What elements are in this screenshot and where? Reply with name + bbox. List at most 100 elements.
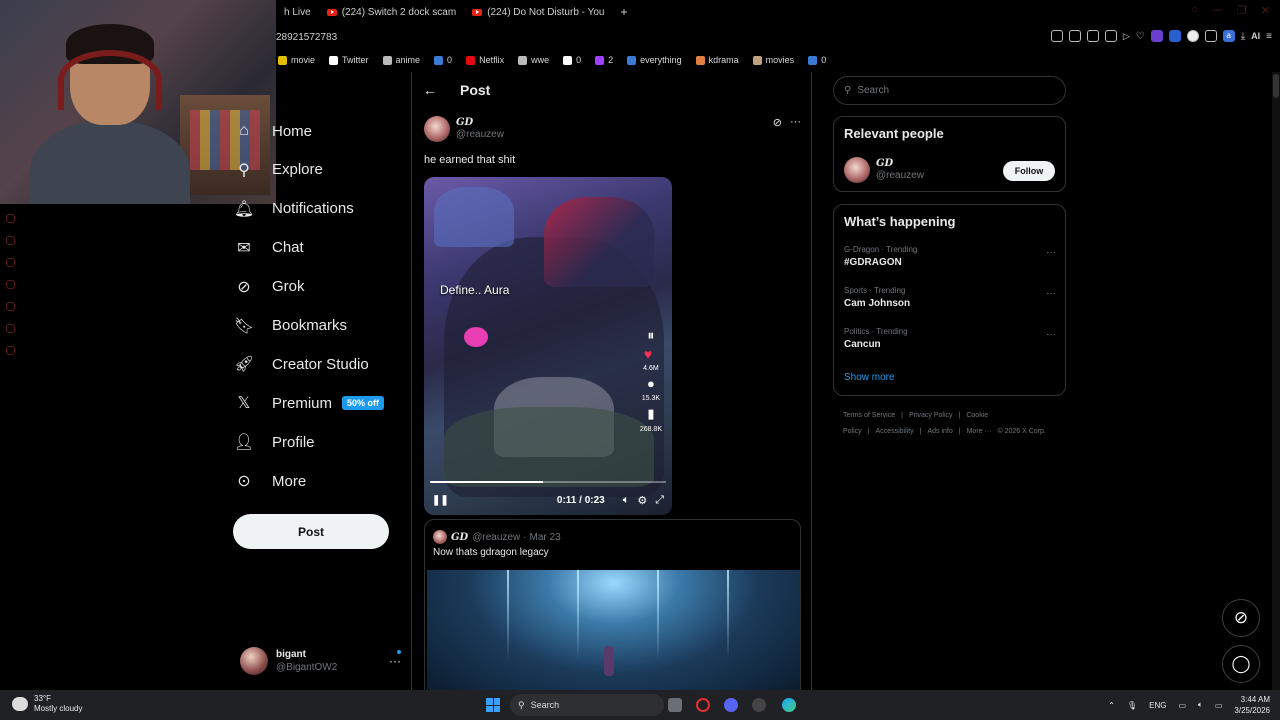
volume-icon[interactable]: 🔈︎ <box>623 494 630 507</box>
bookmark-item[interactable]: movie <box>278 55 315 65</box>
new-tab-button[interactable]: + <box>612 0 635 24</box>
back-arrow-icon[interactable]: ← <box>412 82 448 98</box>
chevron-up-icon[interactable]: ⌃ <box>1108 701 1115 710</box>
bookmark-item[interactable]: movies <box>752 55 794 65</box>
bookmark-item[interactable]: 0 <box>808 55 826 65</box>
show-more-link[interactable]: Show more <box>844 372 895 383</box>
taskbar-search[interactable]: ⚲ Search <box>510 694 664 716</box>
account-switcher[interactable]: bigant @BigantOW2 ··· <box>240 644 405 678</box>
file-explorer-icon[interactable] <box>668 698 682 712</box>
bookmark-item[interactable]: anime <box>382 55 420 65</box>
puzzle-icon[interactable] <box>1204 30 1217 42</box>
speaker-icon[interactable]: 🔈︎ <box>1198 700 1203 710</box>
nav-item-notifications[interactable]: 🔔︎ Notifications <box>230 194 354 224</box>
bookmark-item[interactable]: 0 <box>434 55 452 65</box>
footer-link[interactable]: Terms of Service <box>843 412 895 419</box>
s-extension-icon[interactable] <box>1186 30 1199 42</box>
post-button[interactable]: Post <box>233 514 389 549</box>
clock[interactable]: 3:44 AM 3/25/2026 <box>1234 694 1270 716</box>
browser-tab[interactable]: (224) Switch 2 dock scam <box>319 0 465 24</box>
battery-icon[interactable]: ▭ <box>1215 701 1223 710</box>
volume-extension-icon[interactable] <box>1168 30 1181 42</box>
follow-button[interactable]: Follow <box>1003 161 1055 181</box>
heart-outline-icon[interactable]: ♡ <box>1136 31 1145 42</box>
sidebar-app-icon[interactable] <box>6 236 15 245</box>
bookmark-item[interactable]: everything <box>627 55 682 65</box>
minimize-icon[interactable]: — <box>1212 4 1223 17</box>
sidebar-app-icon[interactable] <box>6 324 15 333</box>
chat-floating-button[interactable]: ◯ <box>1222 645 1260 683</box>
microphone-icon[interactable]: 🎙︎ <box>1127 701 1137 710</box>
video-player[interactable]: Define.. Aura ⏸ ♥ 4.6M ● 15.3K ▮ 268.8K … <box>424 177 672 515</box>
bookmark-item[interactable]: 0 <box>563 55 581 65</box>
screenshot-icon[interactable] <box>1068 30 1081 42</box>
shield-icon[interactable] <box>1086 30 1099 42</box>
footer-link[interactable]: Privacy Policy <box>909 412 953 419</box>
comment-icon[interactable]: ● <box>647 376 655 391</box>
pause-icon[interactable]: ❚❚ <box>432 495 449 506</box>
language-indicator[interactable]: ENG <box>1149 701 1166 710</box>
footer-link[interactable]: More ··· <box>967 428 992 435</box>
edge-icon[interactable] <box>782 698 796 712</box>
more-dots-icon[interactable]: ··· <box>389 654 401 668</box>
sidebar-app-icon[interactable] <box>6 302 15 311</box>
nav-item-bookmarks[interactable]: 🔖︎ Bookmarks <box>230 311 347 341</box>
nav-item-creator-studio[interactable]: 🚀︎ Creator Studio <box>230 349 369 379</box>
quoted-tweet[interactable]: GD @reauzew · Mar 23 Now thats gdragon l… <box>424 519 801 690</box>
trend-item[interactable]: Politics · Trending Cancun ··· <box>844 327 1056 350</box>
network-icon[interactable]: ▭ <box>1178 701 1186 710</box>
nav-item-home[interactable]: ⌂ Home <box>230 116 312 146</box>
scrollbar-thumb[interactable] <box>1273 74 1279 98</box>
more-dots-icon[interactable]: ··· <box>790 116 801 129</box>
trend-item[interactable]: G-Dragon · Trending #GDRAGON ··· <box>844 245 1056 268</box>
tweet-author[interactable]: GD @reauzew <box>424 116 504 142</box>
address-bar[interactable]: 28921572783 ▷ ♡ a ⤓ AI ≡ <box>276 24 1280 50</box>
close-icon[interactable]: ✕ <box>1261 4 1270 17</box>
creator-avatar-icon[interactable]: ⏸ <box>647 327 654 344</box>
a-extension-icon[interactable]: a <box>1222 30 1235 42</box>
bookmark-icon[interactable]: ▮ <box>647 406 654 422</box>
nav-item-explore[interactable]: ⚲ Explore <box>230 155 323 185</box>
windows-start-icon[interactable] <box>486 698 500 712</box>
download-icon[interactable]: ⤓ <box>1241 31 1245 42</box>
weather-widget[interactable]: 33°F Mostly cloudy <box>12 694 82 714</box>
bookmark-item[interactable]: 2 <box>595 55 613 65</box>
footer-link[interactable]: © 2026 X Corp. <box>997 428 1045 435</box>
play-icon[interactable]: ▷ <box>1123 31 1130 42</box>
footer-link[interactable]: Ads info <box>927 428 952 435</box>
more-dots-icon[interactable]: ··· <box>1046 329 1056 340</box>
opera-icon[interactable] <box>696 698 710 712</box>
extension-icon[interactable] <box>1104 30 1117 42</box>
settings-gear-icon[interactable]: ⚙ <box>637 494 647 507</box>
browser-tab[interactable]: h Live <box>276 0 319 24</box>
bookmark-item[interactable]: kdrama <box>695 55 739 65</box>
ai-button[interactable]: AI <box>1251 31 1260 41</box>
trend-item[interactable]: Sports · Trending Cam Johnson ··· <box>844 286 1056 309</box>
menu-icon[interactable]: ≡ <box>1266 31 1272 42</box>
relevant-person[interactable]: GD @reauzew <box>844 157 924 183</box>
nav-item-chat[interactable]: ✉ Chat <box>230 233 303 263</box>
more-dots-icon[interactable]: ··· <box>1046 247 1056 258</box>
restore-icon[interactable]: ❐ <box>1237 4 1247 17</box>
grok-floating-button[interactable]: ⊘ <box>1222 599 1260 637</box>
nav-item-premium[interactable]: 𝕏 Premium 50% off <box>230 388 385 418</box>
fullscreen-icon[interactable]: ⤢ <box>655 494 664 507</box>
bookmark-item[interactable]: Netflix <box>466 55 504 65</box>
nav-item-more[interactable]: ⊙ More <box>230 466 306 496</box>
search-icon[interactable]: ○ <box>1191 4 1198 17</box>
sidebar-app-icon[interactable] <box>6 346 15 355</box>
quote-video-thumbnail[interactable] <box>427 570 800 690</box>
nav-item-grok[interactable]: ⊘ Grok <box>230 272 304 302</box>
discord-icon[interactable] <box>724 698 738 712</box>
twitch-icon[interactable] <box>1150 30 1163 42</box>
sidebar-app-icon[interactable] <box>6 214 15 223</box>
footer-link[interactable]: Accessibility <box>876 428 914 435</box>
more-dots-icon[interactable]: ··· <box>1046 288 1056 299</box>
video-progress-bar[interactable] <box>430 481 666 483</box>
bookmark-item[interactable]: wwe <box>518 55 549 65</box>
bookmark-item[interactable]: Twitter <box>329 55 369 65</box>
pin-icon[interactable] <box>1050 30 1063 42</box>
sidebar-app-icon[interactable] <box>6 280 15 289</box>
steam-icon[interactable] <box>752 698 766 712</box>
heart-icon[interactable]: ♥ <box>644 347 658 361</box>
